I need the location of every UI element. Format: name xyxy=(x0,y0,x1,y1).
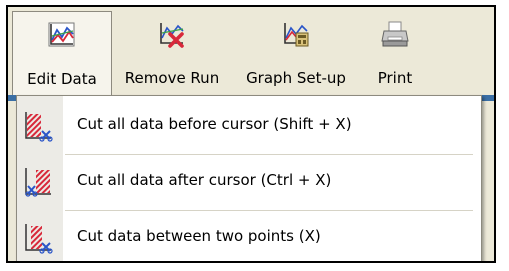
remove-run-icon xyxy=(160,23,184,48)
menu-item-cut-between-points[interactable]: Cut data between two points (X) xyxy=(17,212,481,261)
menu-item-label: Cut all data before cursor (Shift + X) xyxy=(77,115,352,133)
print-button[interactable]: Print xyxy=(360,11,430,95)
menu-item-label: Cut data between two points (X) xyxy=(77,227,321,245)
printer-icon xyxy=(381,21,409,47)
menu-separator xyxy=(65,154,473,155)
menu-item-cut-after-cursor[interactable]: Cut all data after cursor (Ctrl + X) xyxy=(17,156,481,208)
graph-setup-button[interactable]: Graph Set-up xyxy=(232,11,360,95)
cut-between-points-icon xyxy=(25,224,53,254)
remove-run-button[interactable]: Remove Run xyxy=(112,11,232,95)
edit-data-graph-icon xyxy=(48,22,75,47)
edit-data-dropdown-menu: Cut all data before cursor (Shift + X) C… xyxy=(16,95,482,261)
edit-data-label: Edit Data xyxy=(27,70,97,88)
cut-after-cursor-icon xyxy=(25,168,51,197)
print-label: Print xyxy=(377,69,413,87)
menu-item-label: Cut all data after cursor (Ctrl + X) xyxy=(77,171,332,189)
menu-item-cut-before-cursor[interactable]: Cut all data before cursor (Shift + X) xyxy=(17,100,481,152)
toolbar: Edit Data Remove Run Graph Set-up Print xyxy=(8,7,494,100)
graph-setup-icon xyxy=(284,23,309,47)
graph-setup-label: Graph Set-up xyxy=(246,69,346,87)
edit-data-button[interactable]: Edit Data xyxy=(12,11,112,95)
cut-before-cursor-icon xyxy=(25,112,53,142)
remove-run-label: Remove Run xyxy=(124,69,220,87)
menu-separator xyxy=(65,210,473,211)
application-window: Edit Data Remove Run Graph Set-up Print … xyxy=(6,5,496,263)
